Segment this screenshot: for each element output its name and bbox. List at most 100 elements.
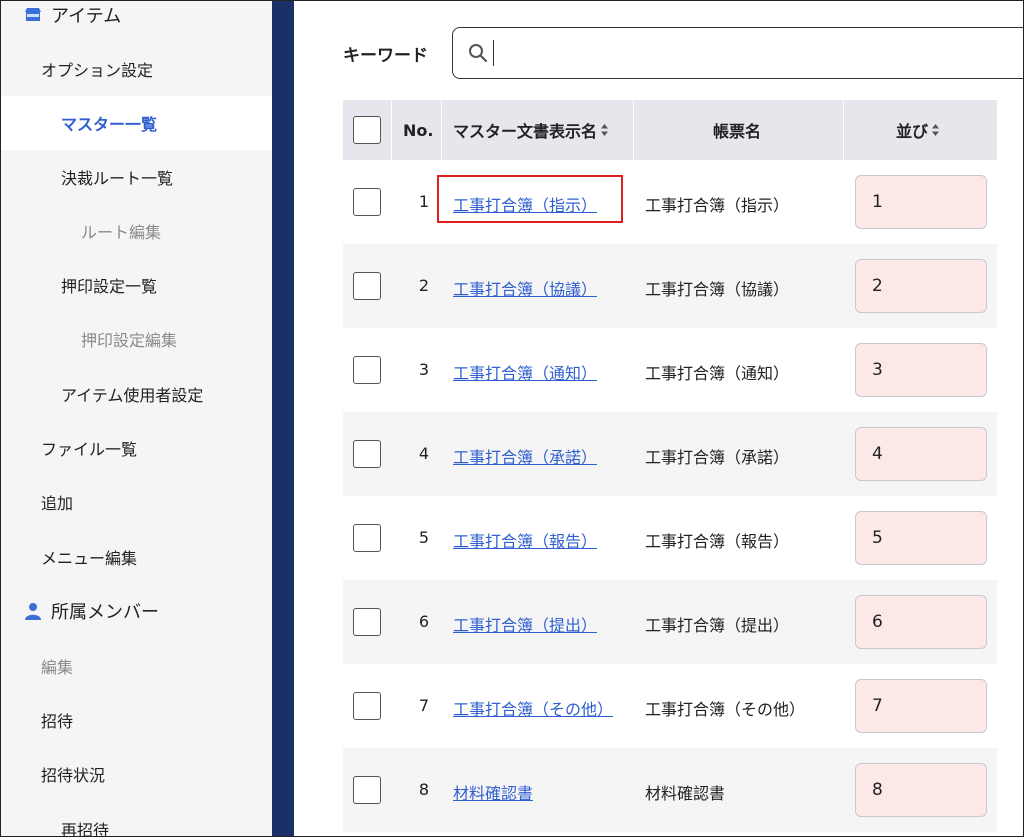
- master-name-link[interactable]: 工事打合簿（報告）: [453, 528, 597, 552]
- order-input[interactable]: 5: [855, 511, 987, 565]
- sidebar-item[interactable]: 招待状況: [1, 747, 272, 801]
- sidebar: アイテムオプション設定マスター一覧 決裁ルート一覧ルート編集押印設定一覧押印設定編…: [1, 1, 272, 837]
- sidebar-item[interactable]: 押印設定編集: [1, 312, 272, 366]
- form-name: 材料確認書: [645, 784, 726, 803]
- row-checkbox[interactable]: [353, 524, 381, 552]
- search-box[interactable]: [452, 27, 1023, 79]
- header-form-name: 帳票名: [713, 122, 762, 141]
- sort-icon: [931, 123, 940, 137]
- sidebar-item[interactable]: マスター一覧: [1, 96, 272, 150]
- sidebar-item[interactable]: 追加: [1, 475, 272, 529]
- table-row: 6 工事打合簿（提出） 工事打合簿（提出） 6: [343, 580, 997, 664]
- sidebar-item[interactable]: 再招待: [1, 802, 272, 837]
- order-input[interactable]: 3: [855, 343, 987, 397]
- table-row: 8 材料確認書 材料確認書 8: [343, 748, 997, 832]
- master-name-link[interactable]: 工事打合簿（承諾）: [453, 444, 597, 468]
- form-name: 工事打合簿（承諾）: [645, 448, 790, 467]
- sidebar-item[interactable]: 編集: [1, 639, 272, 693]
- row-checkbox[interactable]: [353, 272, 381, 300]
- form-name: 工事打合簿（指示）: [645, 196, 790, 215]
- master-name-link[interactable]: 工事打合簿（協議）: [453, 276, 597, 300]
- order-value: 5: [872, 528, 883, 548]
- sidebar-item[interactable]: 招待: [1, 693, 272, 747]
- store-icon: [23, 5, 43, 25]
- sidebar-item[interactable]: ルート編集: [1, 204, 272, 258]
- form-name: 工事打合簿（協議）: [645, 280, 790, 299]
- header-master-name-label: マスター文書表示名: [453, 122, 598, 141]
- sidebar-item-label: 決裁ルート一覧: [61, 169, 174, 188]
- sidebar-item[interactable]: 決裁ルート一覧: [1, 150, 272, 204]
- sidebar-item[interactable]: 押印設定一覧: [1, 258, 272, 312]
- master-name-link[interactable]: 材料確認書: [453, 780, 533, 804]
- order-input[interactable]: 4: [855, 427, 987, 481]
- sidebar-item-label: アイテム: [51, 6, 122, 27]
- header-order[interactable]: 並び: [896, 100, 940, 160]
- table-row: 2 工事打合簿（協議） 工事打合簿（協議） 2: [343, 244, 997, 328]
- order-input[interactable]: 1: [855, 175, 987, 229]
- master-name-link[interactable]: 工事打合簿（通知）: [453, 360, 597, 384]
- sidebar-item-label: 再招待: [61, 821, 110, 837]
- row-number: 2: [418, 276, 429, 295]
- row-checkbox[interactable]: [353, 608, 381, 636]
- sidebar-item-label: マスター一覧: [61, 115, 158, 134]
- app-window: アイテムオプション設定マスター一覧 決裁ルート一覧ルート編集押印設定一覧押印設定編…: [0, 0, 1024, 837]
- form-name: 工事打合簿（その他）: [645, 700, 806, 719]
- row-number: 7: [418, 696, 429, 715]
- order-value: 7: [872, 696, 883, 716]
- sidebar-item-label: 招待: [41, 712, 74, 731]
- table-row: 5 工事打合簿（報告） 工事打合簿（報告） 5: [343, 496, 997, 580]
- sidebar-item-label: ファイル一覧: [41, 440, 138, 459]
- sidebar-item-label: ルート編集: [81, 223, 162, 242]
- search-input[interactable]: [493, 40, 998, 66]
- order-value: 6: [872, 612, 883, 632]
- order-value: 1: [872, 192, 883, 212]
- row-number: 3: [418, 360, 429, 379]
- sort-icon: [600, 123, 609, 137]
- main-content: キーワード No. マスター文書表示名 帳票名 並び 1 工事打合簿（指示） 工…: [294, 1, 1023, 836]
- order-input[interactable]: 7: [855, 679, 987, 733]
- row-number: 6: [418, 612, 429, 631]
- select-all-checkbox[interactable]: [353, 116, 381, 144]
- sidebar-item-label: 所属メンバー: [51, 602, 159, 623]
- sidebar-item-label: 押印設定一覧: [61, 277, 158, 296]
- order-input[interactable]: 2: [855, 259, 987, 313]
- table-header: No. マスター文書表示名 帳票名 並び: [343, 100, 997, 160]
- row-checkbox[interactable]: [353, 356, 381, 384]
- table-row: 7 工事打合簿（その他） 工事打合簿（その他） 7: [343, 664, 997, 748]
- row-number: 4: [418, 444, 429, 463]
- header-order-label: 並び: [896, 122, 929, 141]
- master-name-link[interactable]: 工事打合簿（指示）: [453, 192, 597, 216]
- sidebar-item[interactable]: アイテム使用者設定: [1, 367, 272, 421]
- sidebar-item-label: 追加: [41, 494, 74, 513]
- master-name-link[interactable]: 工事打合簿（提出）: [453, 612, 597, 636]
- row-checkbox[interactable]: [353, 188, 381, 216]
- sidebar-item-label: 招待状況: [41, 766, 106, 785]
- order-value: 4: [872, 444, 883, 464]
- sidebar-item[interactable]: アイテム: [1, 1, 272, 42]
- sidebar-item[interactable]: オプション設定: [1, 42, 272, 96]
- row-checkbox[interactable]: [353, 692, 381, 720]
- sidebar-item-label: 押印設定編集: [81, 331, 178, 350]
- form-name: 工事打合簿（報告）: [645, 532, 790, 551]
- sidebar-item-label: アイテム使用者設定: [61, 386, 204, 405]
- search-icon: [467, 42, 489, 64]
- header-no: No.: [403, 120, 434, 140]
- sidebar-item[interactable]: 所属メンバー: [1, 584, 272, 638]
- order-value: 2: [872, 276, 883, 296]
- sidebar-item-label: オプション設定: [41, 61, 154, 80]
- table-row: 1 工事打合簿（指示） 工事打合簿（指示） 1: [343, 160, 997, 244]
- header-master-name[interactable]: マスター文書表示名: [453, 100, 609, 160]
- table-row: 4 工事打合簿（承諾） 工事打合簿（承諾） 4: [343, 412, 997, 496]
- keyword-label: キーワード: [343, 46, 428, 66]
- row-checkbox[interactable]: [353, 776, 381, 804]
- order-input[interactable]: 8: [855, 763, 987, 817]
- table-row: 3 工事打合簿（通知） 工事打合簿（通知） 3: [343, 328, 997, 412]
- row-checkbox[interactable]: [353, 440, 381, 468]
- sidebar-item[interactable]: メニュー編集: [1, 530, 272, 584]
- order-value: 3: [872, 360, 883, 380]
- person-icon: [23, 601, 43, 621]
- order-input[interactable]: 6: [855, 595, 987, 649]
- sidebar-item-label: メニュー編集: [41, 549, 138, 568]
- master-name-link[interactable]: 工事打合簿（その他）: [453, 696, 613, 720]
- sidebar-item[interactable]: ファイル一覧: [1, 421, 272, 475]
